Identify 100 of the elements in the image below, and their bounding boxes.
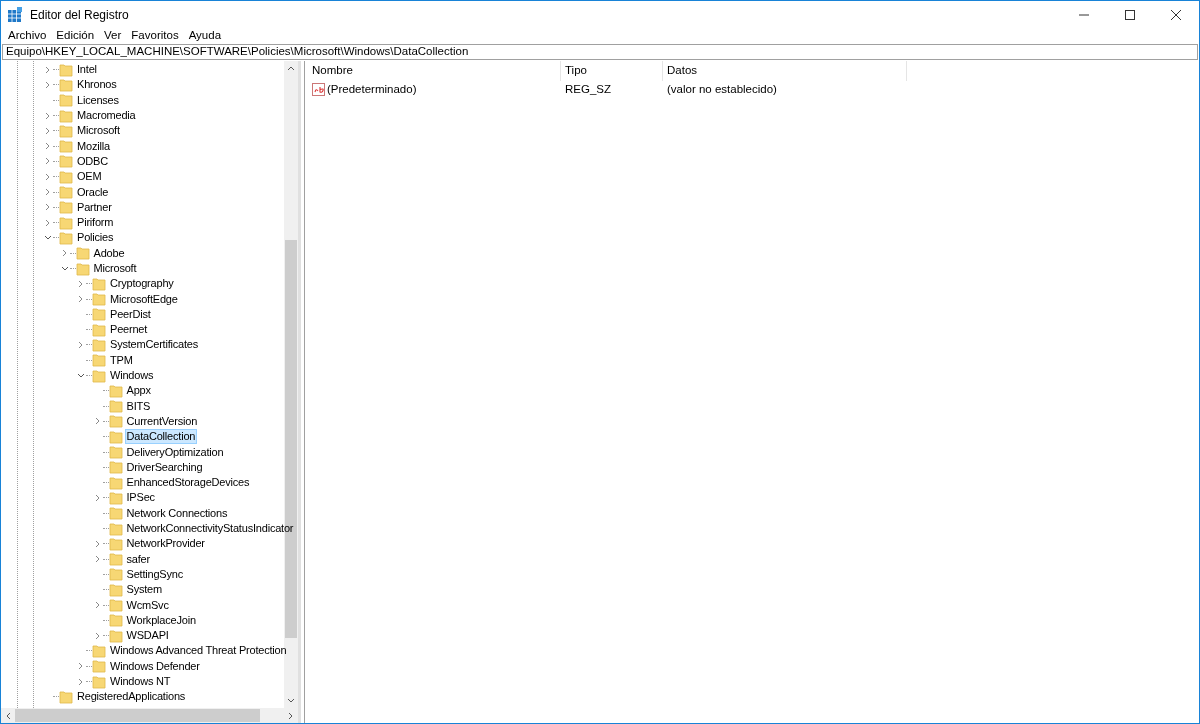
tree-item[interactable]: Partner: [75, 199, 114, 215]
folder-icon: [108, 598, 123, 613]
tree-item[interactable]: NetworkConnectivityStatusIndicator: [124, 521, 296, 537]
value-name[interactable]: (Predeterminado): [327, 81, 417, 99]
tree-item[interactable]: Windows Defender: [108, 658, 202, 674]
chevron-icon[interactable]: [93, 539, 102, 548]
tree-item[interactable]: Cryptography: [108, 276, 176, 292]
tree-item[interactable]: Intel: [75, 62, 99, 78]
tree-item[interactable]: Peernet: [108, 322, 150, 338]
close-icon: [1171, 10, 1181, 20]
tree-item[interactable]: IPSec: [124, 490, 157, 506]
folder-icon: [108, 567, 123, 582]
tree-item[interactable]: ODBC: [75, 153, 110, 169]
address-bar[interactable]: Equipo\HKEY_LOCAL_MACHINE\SOFTWARE\Policies\Microsoft\Windows\DataCollection: [2, 44, 1198, 60]
menu-item[interactable]: Ver: [99, 27, 127, 45]
chevron-icon[interactable]: [44, 111, 52, 120]
tree-item[interactable]: Piriform: [75, 215, 116, 231]
chevron-icon[interactable]: [44, 233, 52, 242]
folder-icon: [108, 613, 123, 628]
tree-item[interactable]: TPM: [108, 352, 135, 368]
chevron-icon[interactable]: [93, 601, 102, 610]
tree-item[interactable]: Windows: [108, 368, 156, 384]
tree-item[interactable]: safer: [124, 551, 152, 567]
scroll-thumb[interactable]: [15, 709, 260, 722]
tree-item[interactable]: Oracle: [75, 184, 111, 200]
tree-item[interactable]: Windows NT: [108, 674, 173, 689]
folder-icon: [92, 368, 106, 383]
tree-item[interactable]: SystemCertificates: [108, 337, 201, 353]
tree-item[interactable]: Microsoft: [91, 261, 139, 276]
tree-item[interactable]: Microsoft: [75, 123, 122, 139]
chevron-icon[interactable]: [44, 80, 52, 89]
folder-icon: [108, 628, 123, 643]
tree-item[interactable]: Network Connections: [124, 505, 230, 521]
column-header[interactable]: Datos: [663, 61, 907, 81]
chevron-icon[interactable]: [77, 295, 85, 304]
tree-item[interactable]: Policies: [75, 230, 116, 246]
tree-item[interactable]: Khronos: [75, 77, 119, 93]
tree-item[interactable]: WorkplaceJoin: [124, 612, 198, 628]
folder-icon: [108, 383, 123, 398]
folder-icon: [92, 292, 106, 307]
folder-icon: [59, 62, 73, 77]
folder-icon: [59, 215, 73, 230]
column-header[interactable]: Tipo: [561, 61, 663, 81]
horizontal-scrollbar[interactable]: [1, 708, 298, 723]
chevron-icon[interactable]: [44, 188, 52, 196]
folder-icon: [92, 338, 106, 352]
chevron-icon[interactable]: [77, 279, 85, 288]
chevron-icon[interactable]: [44, 142, 52, 151]
tree-item[interactable]: MicrosoftEdge: [108, 291, 180, 307]
maximize-icon: [1125, 10, 1135, 20]
chevron-icon[interactable]: [77, 662, 85, 671]
folder-icon: [92, 322, 106, 337]
folder-icon: [59, 77, 73, 92]
chevron-icon[interactable]: [44, 65, 52, 74]
folder-icon: [59, 200, 73, 215]
tree-item[interactable]: Macromedia: [75, 108, 138, 124]
folder-icon: [108, 460, 123, 475]
chevron-icon[interactable]: [93, 555, 102, 564]
column-header[interactable]: Nombre: [308, 61, 561, 81]
chevron-icon[interactable]: [93, 493, 102, 502]
tree-item[interactable]: Windows Advanced Threat Protection: [108, 643, 289, 659]
chevron-icon[interactable]: [60, 249, 69, 258]
tree-item[interactable]: WSDAPI: [124, 628, 171, 644]
tree-item[interactable]: BITS: [124, 398, 153, 414]
chevron-icon[interactable]: [60, 264, 69, 273]
tree-item[interactable]: Adobe: [91, 245, 127, 261]
tree-item[interactable]: Licenses: [75, 92, 121, 108]
tree-item[interactable]: CurrentVersion: [124, 413, 200, 429]
chevron-icon[interactable]: [93, 631, 102, 640]
menu-item[interactable]: Edición: [51, 27, 100, 45]
chevron-icon[interactable]: [44, 126, 52, 135]
folder-icon: [92, 353, 106, 368]
menu-item[interactable]: Ayuda: [183, 27, 227, 45]
tree-item[interactable]: EnhancedStorageDevices: [124, 475, 252, 491]
menu-item[interactable]: Archivo: [3, 27, 52, 45]
tree-item[interactable]: DataCollection: [124, 429, 198, 445]
tree-item[interactable]: SettingSync: [124, 566, 185, 582]
chevron-icon[interactable]: [44, 203, 52, 212]
chevron-icon[interactable]: [77, 341, 85, 349]
tree-item[interactable]: Appx: [124, 383, 153, 399]
tree-item[interactable]: OEM: [75, 169, 104, 185]
chevron-icon[interactable]: [77, 371, 85, 380]
chevron-icon[interactable]: [44, 218, 52, 227]
tree-item[interactable]: WcmSvc: [124, 597, 171, 613]
folder-icon: [59, 108, 73, 123]
string-value-icon: [312, 83, 326, 97]
tree-item[interactable]: RegisteredApplications: [75, 689, 188, 705]
menu-item[interactable]: Favoritos: [126, 27, 184, 45]
tree-item[interactable]: PeerDist: [108, 306, 153, 322]
folder-icon: [59, 123, 73, 138]
tree-item[interactable]: NetworkProvider: [124, 536, 207, 552]
chevron-icon[interactable]: [77, 677, 85, 686]
chevron-icon[interactable]: [93, 417, 102, 426]
tree-item[interactable]: Mozilla: [75, 138, 112, 154]
tree-item[interactable]: DeliveryOptimization: [124, 444, 226, 460]
tree-item[interactable]: DriverSearching: [124, 459, 205, 475]
tree-item[interactable]: System: [124, 582, 164, 598]
chevron-icon[interactable]: [44, 172, 52, 181]
chevron-icon[interactable]: [44, 157, 52, 166]
folder-icon: [108, 414, 123, 429]
